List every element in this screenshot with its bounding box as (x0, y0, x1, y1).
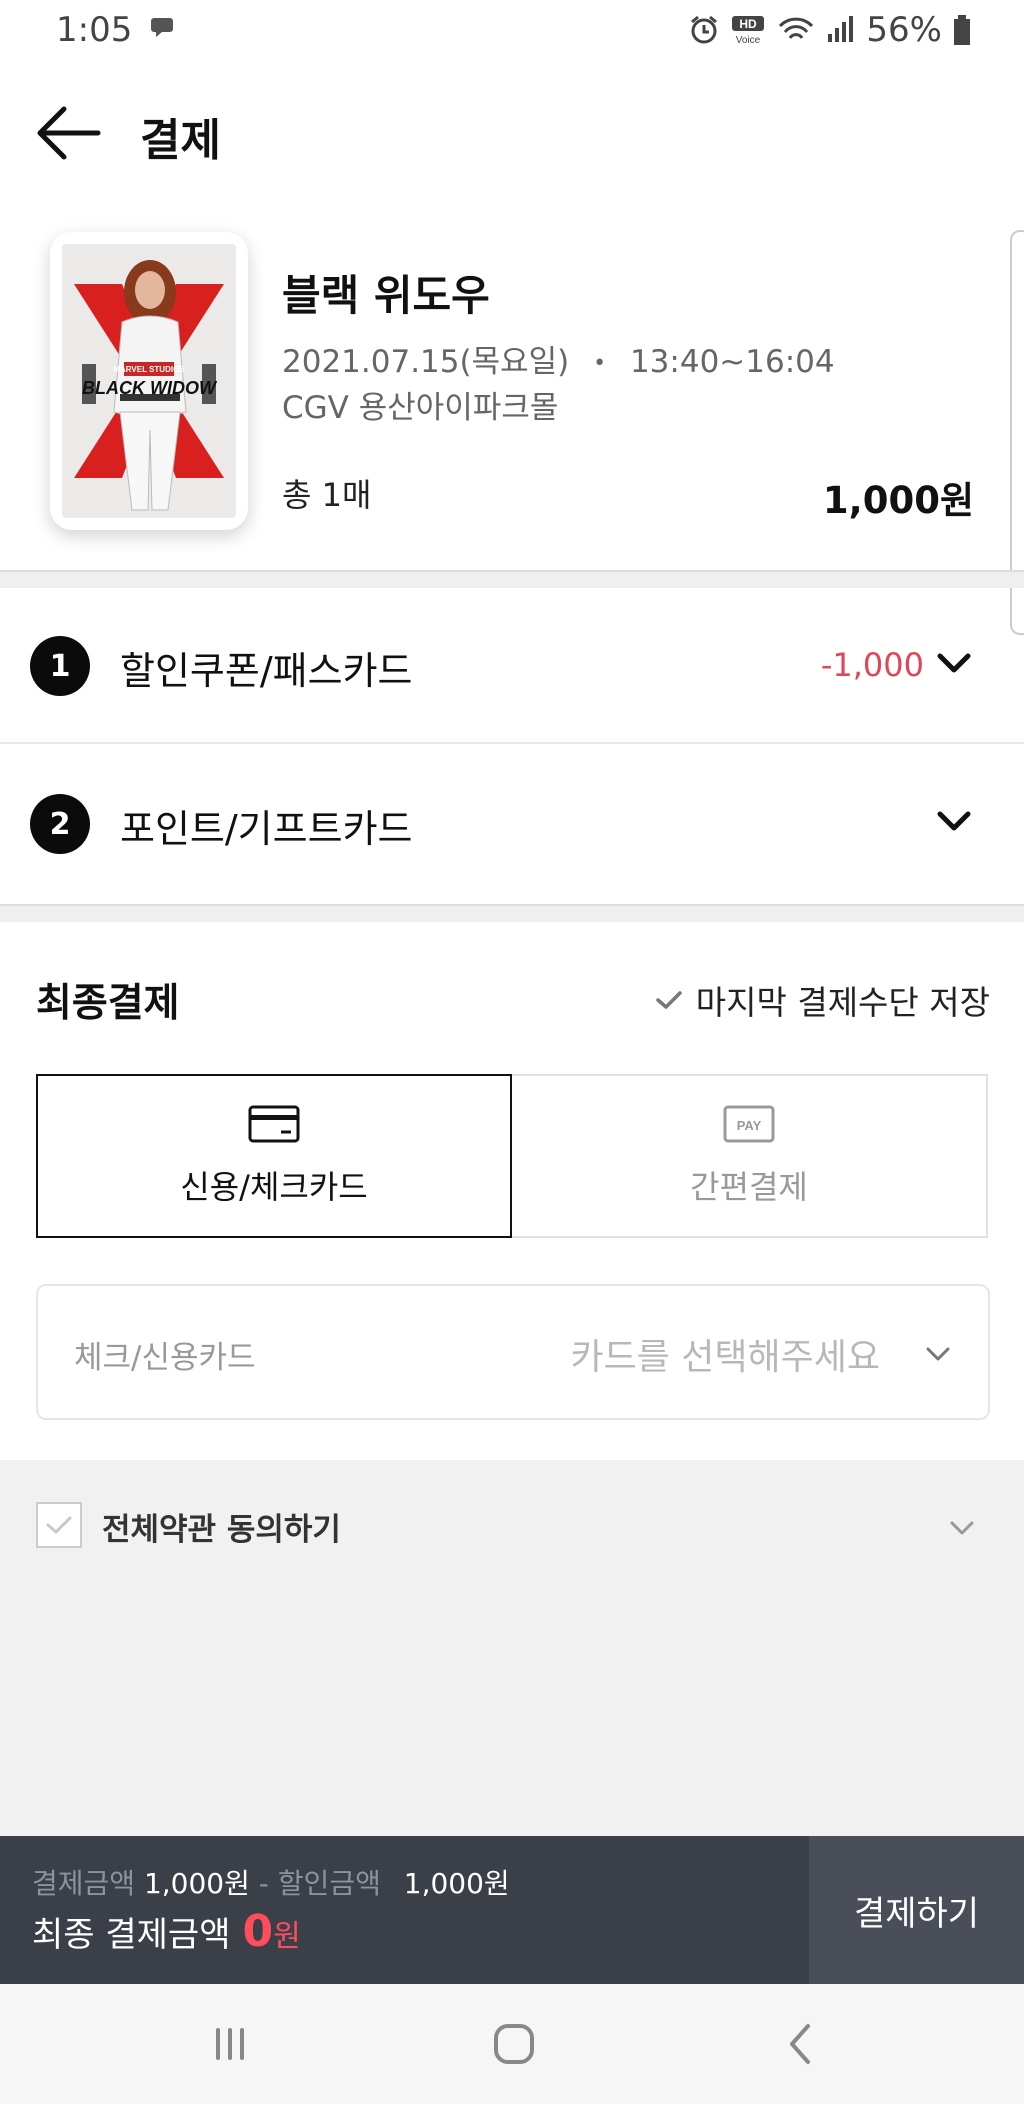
pay-button[interactable]: 결제하기 (809, 1836, 1024, 1984)
payment-summary-bar: 결제금액 1,000원 - 할인금액 1,000원 최종 결제금액 0원 결제하기 (0, 1836, 1024, 1984)
step-number-badge: 1 (30, 636, 90, 696)
movie-date-separator: • (593, 351, 607, 376)
status-icons: HD Voice 56% (688, 8, 972, 52)
pay-icon-text: PAY (737, 1118, 762, 1133)
svg-text:Voice: Voice (736, 35, 761, 46)
checkmark-icon (656, 991, 682, 1009)
points-giftcard-label: 포인트/기프트카드 (120, 807, 413, 851)
points-giftcard-row[interactable]: 2 포인트/기프트카드 (0, 746, 1024, 902)
movie-summary: MARVEL STUDIOS BLACK WIDOW 블랙 위도우 2021.0… (0, 230, 1024, 635)
payment-method-tabs: 신용/체크카드 PAY 간편결제 (36, 1074, 988, 1238)
discount-coupon-row[interactable]: 1 할인쿠폰/패스카드 -1,000 (0, 588, 1024, 744)
movie-theater: CGV 용산아이파크몰 (282, 390, 559, 426)
final-amount-value: 0 (242, 1906, 274, 1957)
final-amount: 최종 결제금액 0원 (32, 1906, 301, 1957)
save-last-method-toggle[interactable]: 마지막 결제수단 저장 (654, 976, 990, 1024)
discount-value: 1,000원 (403, 1867, 510, 1900)
system-nav-bar (0, 1984, 1024, 2104)
wifi-icon (779, 17, 814, 39)
chevron-down-icon[interactable] (936, 808, 972, 836)
credit-card-icon (248, 1105, 300, 1143)
payment-breakdown: 결제금액 1,000원 - 할인금액 1,000원 (32, 1862, 510, 1902)
discount-label: 할인금액 (277, 1867, 381, 1900)
status-time: 1:05 (56, 10, 133, 50)
save-last-method-label: 마지막 결제수단 저장 (695, 983, 990, 1022)
movie-time: 13:40~16:04 (629, 344, 835, 380)
amount-label: 결제금액 (32, 1867, 136, 1900)
page-title: 결제 (140, 115, 221, 166)
signal-icon (828, 16, 854, 42)
back-nav-icon[interactable] (772, 2014, 832, 2074)
discount-amount: -1,000 (820, 646, 924, 684)
header: 결제 (0, 90, 1024, 180)
battery-percent: 56% (866, 10, 942, 50)
final-payment-title: 최종결제 (36, 981, 180, 1026)
chat-bubble-icon (151, 18, 173, 37)
battery-icon (954, 15, 970, 45)
final-amount-label: 최종 결제금액 (32, 1915, 231, 1955)
tab-credit-card-label: 신용/체크카드 (180, 1168, 368, 1206)
poster-studio-text: MARVEL STUDIOS (113, 365, 185, 374)
recent-apps-icon[interactable] (200, 2014, 260, 2074)
pay-icon: PAY (723, 1105, 775, 1143)
card-select-label: 체크/신용카드 (74, 1340, 256, 1376)
step-number-badge: 2 (30, 794, 90, 854)
amount-value: 1,000원 (143, 1867, 250, 1900)
terms-agree-label[interactable]: 전체약관 동의하기 (102, 1504, 341, 1549)
section-divider (0, 904, 1024, 922)
movie-title: 블랙 위도우 (282, 271, 490, 320)
movie-date: 2021.07.15(목요일) (282, 344, 570, 380)
chevron-down-icon[interactable] (948, 1518, 976, 1538)
poster-card: MARVEL STUDIOS BLACK WIDOW (50, 232, 248, 530)
chevron-down-icon[interactable] (936, 650, 972, 678)
terms-section: 전체약관 동의하기 (0, 1460, 1024, 1836)
movie-poster: MARVEL STUDIOS BLACK WIDOW (62, 244, 236, 518)
tab-easy-pay[interactable]: PAY 간편결제 (512, 1074, 988, 1238)
movie-datetime: 2021.07.15(목요일) • 13:40~16:04 (282, 336, 835, 381)
ticket-price: 1,000원 (822, 479, 974, 522)
card-select-dropdown[interactable]: 체크/신용카드 카드를 선택해주세요 (36, 1284, 990, 1420)
section-divider (0, 570, 1024, 588)
card-select-placeholder: 카드를 선택해주세요 (570, 1337, 880, 1378)
chevron-down-icon (926, 1347, 950, 1361)
tab-credit-card[interactable]: 신용/체크카드 (36, 1074, 512, 1238)
hd-voice-icon: HD Voice (732, 16, 765, 46)
home-icon[interactable] (484, 2014, 544, 2074)
svg-text:HD: HD (740, 17, 758, 31)
back-arrow-icon[interactable] (34, 102, 104, 164)
tab-easy-pay-label: 간편결제 (690, 1168, 808, 1206)
poster-title-text: BLACK WIDOW (82, 378, 218, 398)
alarm-icon (691, 15, 718, 44)
terms-agree-checkbox[interactable] (36, 1502, 82, 1548)
minus-sign: - (258, 1867, 269, 1900)
final-amount-unit: 원 (273, 1919, 301, 1954)
discount-coupon-label: 할인쿠폰/패스카드 (120, 649, 413, 693)
checkmark-icon (46, 1516, 72, 1534)
status-bar: 1:05 HD Voice 56% (0, 0, 1024, 62)
ticket-count: 총 1매 (282, 476, 372, 514)
